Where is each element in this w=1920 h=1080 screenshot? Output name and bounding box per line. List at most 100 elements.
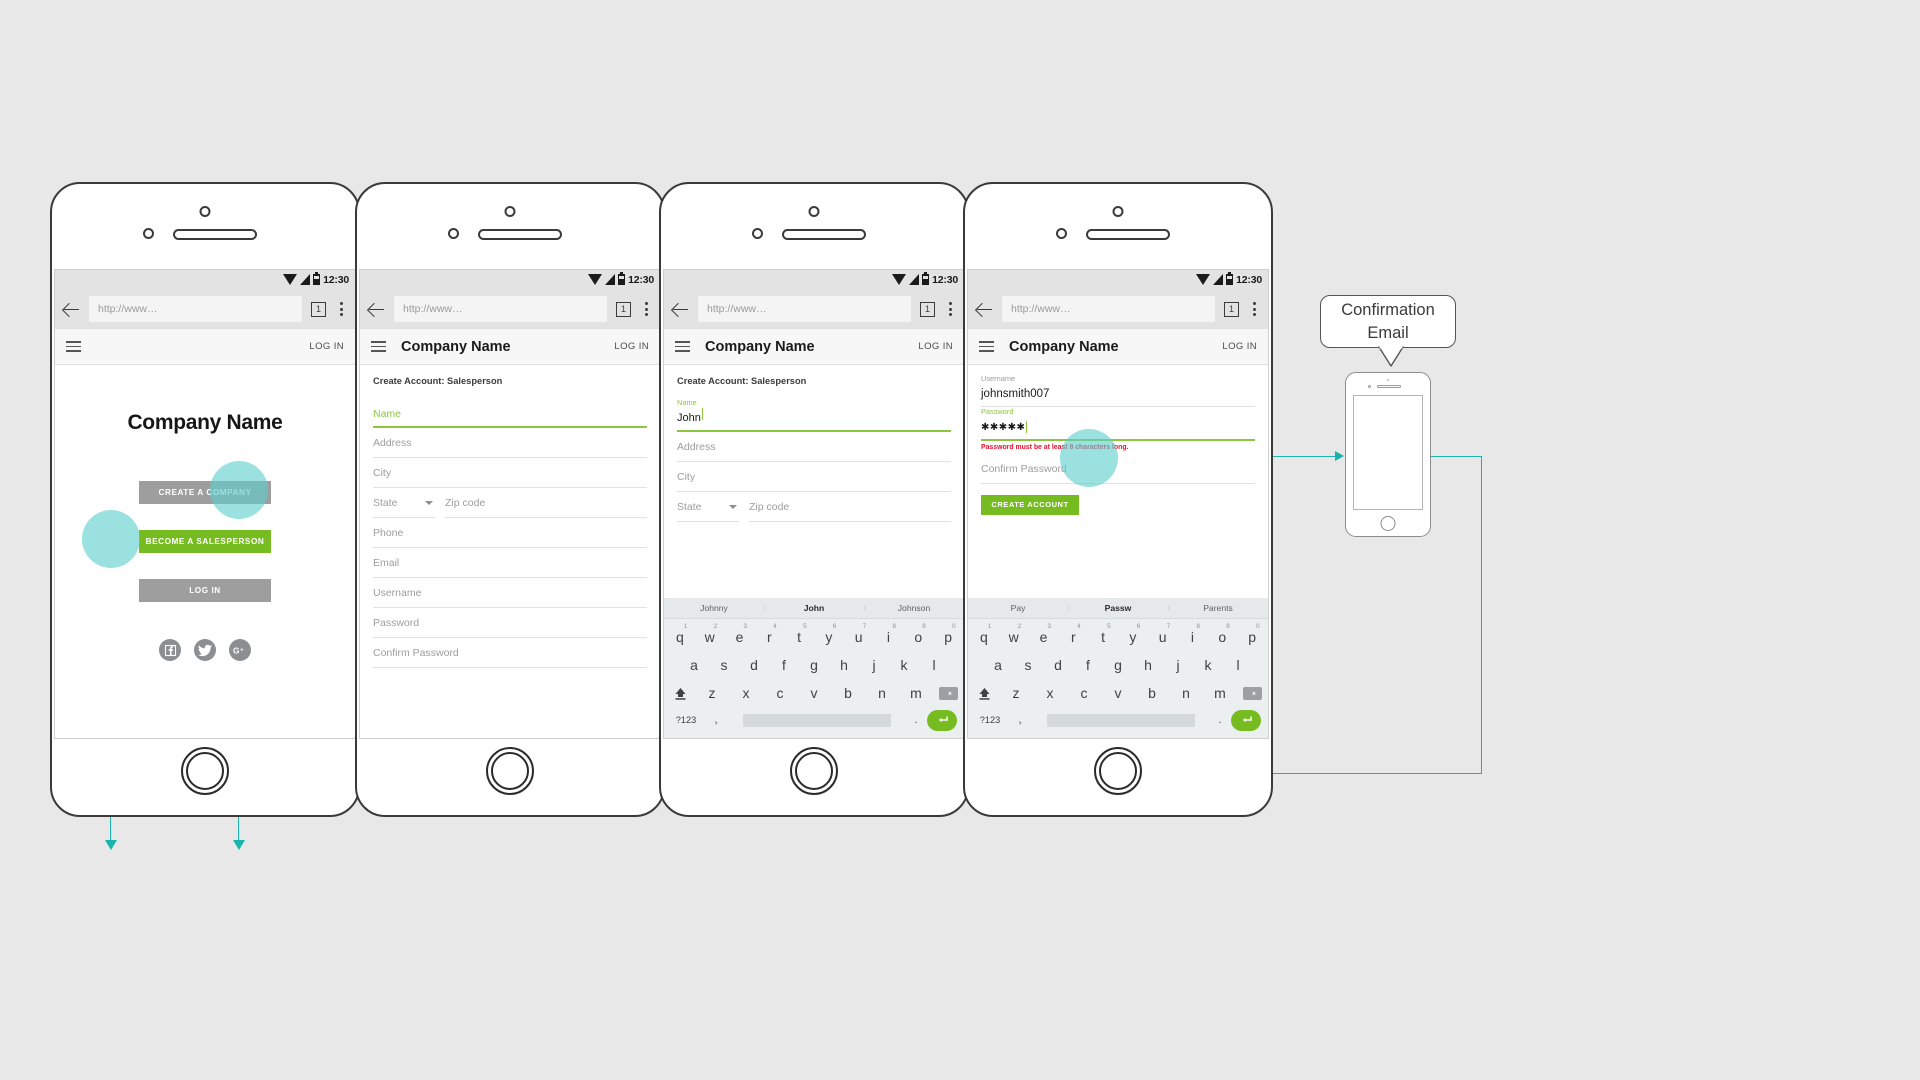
back-arrow-icon[interactable] xyxy=(672,301,689,318)
key-c[interactable]: c xyxy=(1067,685,1101,701)
url-input[interactable]: http://www… xyxy=(1002,296,1215,322)
url-input[interactable]: http://www… xyxy=(698,296,911,322)
tab-count-icon[interactable]: 1 xyxy=(1224,301,1239,317)
username-field[interactable]: Username xyxy=(373,578,647,608)
url-input[interactable]: http://www… xyxy=(394,296,607,322)
key-l[interactable]: l xyxy=(919,657,949,673)
become-salesperson-button[interactable]: BECOME A SALESPERSON xyxy=(139,530,271,553)
suggestion-2[interactable]: Parents xyxy=(1168,603,1268,613)
back-arrow-icon[interactable] xyxy=(63,301,80,318)
overflow-menu-icon[interactable] xyxy=(335,302,347,316)
key-d[interactable]: d xyxy=(739,657,769,673)
overflow-menu-icon[interactable] xyxy=(640,302,652,316)
hamburger-icon[interactable] xyxy=(979,341,994,352)
backspace-icon[interactable] xyxy=(1237,686,1267,700)
key-r[interactable]: 4r xyxy=(1058,623,1088,645)
hotspot-become-salesperson[interactable] xyxy=(210,461,268,519)
google-plus-icon[interactable]: G + xyxy=(229,639,251,661)
address-field[interactable]: Address xyxy=(373,428,647,458)
key-q[interactable]: 1q xyxy=(665,623,695,645)
key-x[interactable]: x xyxy=(729,685,763,701)
key-x[interactable]: x xyxy=(1033,685,1067,701)
tab-count-icon[interactable]: 1 xyxy=(616,301,631,317)
key-n[interactable]: n xyxy=(1169,685,1203,701)
username-field[interactable]: Username johnsmith007 xyxy=(981,373,1255,407)
tab-count-icon[interactable]: 1 xyxy=(920,301,935,317)
key-m[interactable]: m xyxy=(899,685,933,701)
key-v[interactable]: v xyxy=(797,685,831,701)
key-t[interactable]: 5t xyxy=(784,623,814,645)
hamburger-icon[interactable] xyxy=(675,341,690,352)
url-input[interactable]: http://www… xyxy=(89,296,302,322)
key-j[interactable]: j xyxy=(859,657,889,673)
home-button[interactable] xyxy=(790,747,838,795)
key-u[interactable]: 7u xyxy=(844,623,874,645)
key-u[interactable]: 7u xyxy=(1148,623,1178,645)
comma-key[interactable]: , xyxy=(703,714,729,726)
key-k[interactable]: k xyxy=(1193,657,1223,673)
key-y[interactable]: 6y xyxy=(1118,623,1148,645)
key-v[interactable]: v xyxy=(1101,685,1135,701)
key-k[interactable]: k xyxy=(889,657,919,673)
key-a[interactable]: a xyxy=(679,657,709,673)
key-t[interactable]: 5t xyxy=(1088,623,1118,645)
key-m[interactable]: m xyxy=(1203,685,1237,701)
key-s[interactable]: s xyxy=(709,657,739,673)
key-h[interactable]: h xyxy=(1133,657,1163,673)
suggestion-0[interactable]: Johnny xyxy=(664,603,764,613)
key-f[interactable]: f xyxy=(769,657,799,673)
name-field[interactable]: Name John xyxy=(677,398,951,432)
state-select[interactable]: State xyxy=(373,488,435,518)
on-screen-keyboard[interactable]: Johnny John Johnson 1q 2w 3e 4r 5t 6y 7u… xyxy=(664,598,964,738)
key-s[interactable]: s xyxy=(1013,657,1043,673)
home-button[interactable] xyxy=(1094,747,1142,795)
key-w[interactable]: 2w xyxy=(695,623,725,645)
key-n[interactable]: n xyxy=(865,685,899,701)
confirm-password-field[interactable]: Confirm Password xyxy=(981,454,1255,484)
app-bar-login-link[interactable]: LOG IN xyxy=(614,341,649,352)
key-w[interactable]: 2w xyxy=(999,623,1029,645)
suggestion-1[interactable]: John xyxy=(764,603,864,613)
email-field[interactable]: Email xyxy=(373,548,647,578)
key-h[interactable]: h xyxy=(829,657,859,673)
hamburger-icon[interactable] xyxy=(66,341,81,352)
twitter-icon[interactable] xyxy=(194,639,216,661)
key-d[interactable]: d xyxy=(1043,657,1073,673)
enter-icon[interactable] xyxy=(1231,709,1261,731)
key-j[interactable]: j xyxy=(1163,657,1193,673)
key-e[interactable]: 3e xyxy=(1029,623,1059,645)
key-c[interactable]: c xyxy=(763,685,797,701)
key-y[interactable]: 6y xyxy=(814,623,844,645)
numeric-toggle-key[interactable]: ?123 xyxy=(973,715,1007,725)
key-b[interactable]: b xyxy=(1135,685,1169,701)
suggestion-0[interactable]: Pay xyxy=(968,603,1068,613)
key-p[interactable]: 0p xyxy=(1237,623,1267,645)
app-bar-login-link[interactable]: LOG IN xyxy=(1222,341,1257,352)
suggestion-1[interactable]: Passw xyxy=(1068,603,1168,613)
backspace-icon[interactable] xyxy=(933,686,963,700)
state-select[interactable]: State xyxy=(677,492,739,522)
confirm-password-field[interactable]: Confirm Password xyxy=(373,638,647,668)
back-arrow-icon[interactable] xyxy=(976,301,993,318)
numeric-toggle-key[interactable]: ?123 xyxy=(669,715,703,725)
zip-field[interactable]: Zip code xyxy=(749,492,951,522)
log-in-button[interactable]: LOG IN xyxy=(139,579,271,602)
city-field[interactable]: City xyxy=(677,462,951,492)
phone-field[interactable]: Phone xyxy=(373,518,647,548)
key-a[interactable]: a xyxy=(983,657,1013,673)
shift-icon[interactable] xyxy=(969,686,999,701)
key-q[interactable]: 1q xyxy=(969,623,999,645)
enter-icon[interactable] xyxy=(927,709,957,731)
on-screen-keyboard[interactable]: Pay Passw Parents 1q 2w 3e 4r 5t 6y 7u 8… xyxy=(968,598,1268,738)
tab-count-icon[interactable]: 1 xyxy=(311,301,326,317)
hotspot-log-in[interactable] xyxy=(82,510,140,568)
create-account-button[interactable]: CREATE ACCOUNT xyxy=(981,495,1079,515)
key-f[interactable]: f xyxy=(1073,657,1103,673)
home-button[interactable] xyxy=(486,747,534,795)
address-field[interactable]: Address xyxy=(677,432,951,462)
app-bar-login-link[interactable]: LOG IN xyxy=(309,341,344,352)
key-p[interactable]: 0p xyxy=(933,623,963,645)
key-z[interactable]: z xyxy=(999,685,1033,701)
key-g[interactable]: g xyxy=(799,657,829,673)
suggestion-2[interactable]: Johnson xyxy=(864,603,964,613)
